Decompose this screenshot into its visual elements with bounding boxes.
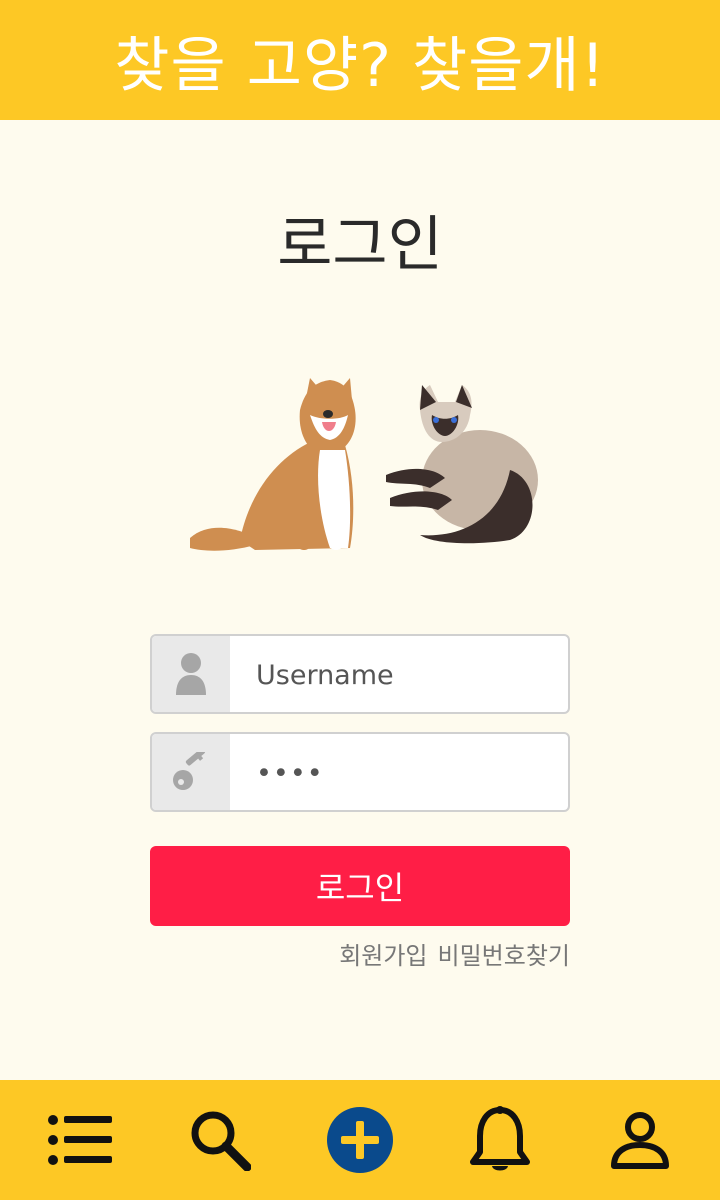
user-field-icon [152,636,230,712]
bell-icon[interactable] [455,1095,545,1185]
menu-icon[interactable] [35,1095,125,1185]
user-icon[interactable] [595,1095,685,1185]
signup-link[interactable]: 회원가입 [339,936,427,971]
bottom-navigation [0,1080,720,1200]
password-field [150,732,570,812]
username-input[interactable] [230,636,558,712]
dog-illustration [190,378,356,551]
password-input[interactable] [230,734,558,810]
page-title: 로그인 [277,210,443,280]
search-icon[interactable] [175,1095,265,1185]
key-icon [152,734,230,810]
find-password-link[interactable]: 비밀번호찾기 [438,936,570,971]
auth-links: 회원가입 비밀번호찾기 [339,936,570,971]
cat-illustration [386,385,538,544]
username-field [150,634,570,714]
dog-and-cat-illustration [190,378,538,551]
login-button[interactable]: 로그인 [150,846,570,926]
app-title: 찾을 고양? 찾을개! [114,30,606,101]
add-icon[interactable] [315,1095,405,1185]
app-header: 찾을 고양? 찾을개! [0,0,720,120]
